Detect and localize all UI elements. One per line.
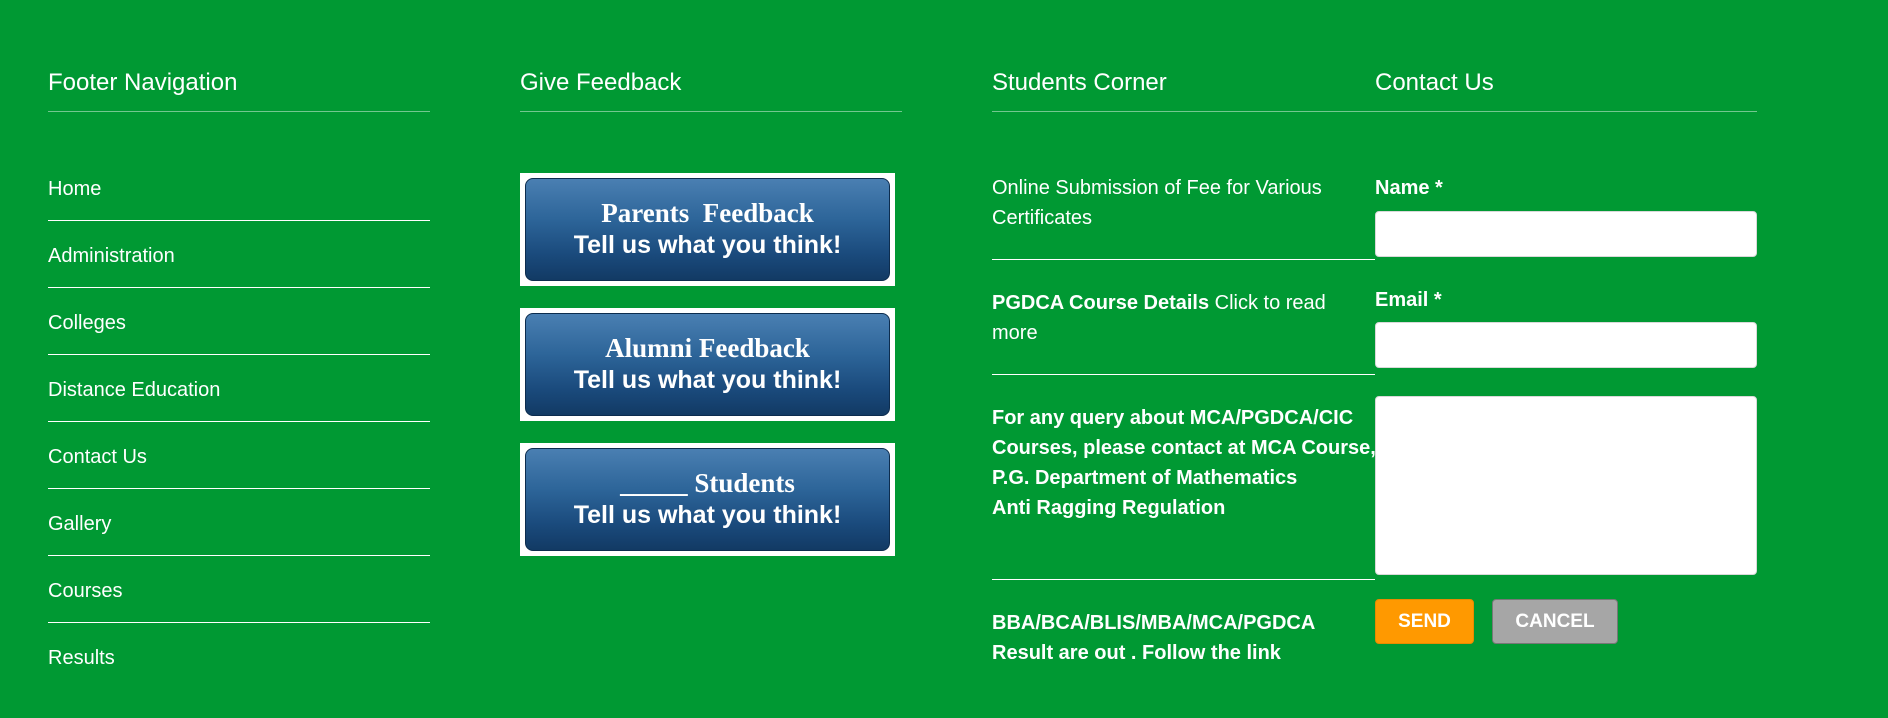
name-label: Name * (1375, 177, 1443, 199)
heading-divider (1375, 111, 1757, 112)
feedback-button-subtitle: Tell us what you think! (573, 501, 842, 529)
students-corner-heading: Students Corner (992, 69, 1167, 96)
nav-divider (48, 220, 430, 221)
anti-ragging-link[interactable]: Anti Ragging Regulation (992, 493, 1382, 523)
nav-divider (48, 287, 430, 288)
nav-link-courses[interactable]: Courses (48, 569, 430, 603)
students-feedback-banner: _____ Students Tell us what you think! (525, 448, 890, 551)
students-feedback-button[interactable]: _____ Students Tell us what you think! (520, 443, 895, 556)
nav-divider (48, 421, 430, 422)
nav-item-colleges: Colleges (48, 301, 430, 368)
alumni-feedback-button[interactable]: Alumni Feedback Tell us what you think! (520, 308, 895, 421)
nav-item-results: Results (48, 636, 430, 703)
nav-divider (48, 555, 430, 556)
students-corner-divider (992, 374, 1375, 375)
nav-divider (48, 622, 430, 623)
pgdca-course-details-link[interactable]: PGDCA Course Details Click to read more (992, 288, 1375, 348)
heading-divider (520, 111, 902, 112)
nav-link-administration[interactable]: Administration (48, 234, 430, 268)
feedback-button-title: Parents Feedback (601, 198, 814, 228)
contact-us-heading: Contact Us (1375, 69, 1494, 96)
mca-query-notice: For any query about MCA/PGDCA/CIC Course… (992, 403, 1382, 523)
parents-feedback-button[interactable]: Parents Feedback Tell us what you think! (520, 173, 895, 286)
nav-item-contact-us: Contact Us (48, 435, 430, 502)
cancel-button[interactable]: CANCEL (1492, 599, 1618, 644)
footer-nav-list: Home Administration Colleges Distance Ed… (48, 167, 430, 703)
give-feedback-heading: Give Feedback (520, 69, 682, 96)
results-announcement-link[interactable]: BBA/BCA/BLIS/MBA/MCA/PGDCA Result are ou… (992, 608, 1375, 668)
nav-item-administration: Administration (48, 234, 430, 301)
fee-submission-link[interactable]: Online Submission of Fee for Various Cer… (992, 173, 1375, 233)
mca-query-text: For any query about MCA/PGDCA/CIC Course… (992, 407, 1376, 489)
nav-item-home: Home (48, 167, 430, 234)
nav-link-distance-education[interactable]: Distance Education (48, 368, 430, 402)
nav-link-results[interactable]: Results (48, 636, 430, 670)
footer-navigation-heading: Footer Navigation (48, 69, 238, 96)
name-field[interactable] (1375, 211, 1757, 257)
heading-divider (48, 111, 430, 112)
nav-divider (48, 488, 430, 489)
nav-link-home[interactable]: Home (48, 167, 430, 201)
nav-divider (48, 354, 430, 355)
nav-link-gallery[interactable]: Gallery (48, 502, 430, 536)
feedback-button-subtitle: Tell us what you think! (573, 366, 842, 394)
nav-link-colleges[interactable]: Colleges (48, 301, 430, 335)
email-label: Email * (1375, 289, 1442, 311)
nav-item-gallery: Gallery (48, 502, 430, 569)
pgdca-course-details-title: PGDCA Course Details (992, 292, 1210, 314)
parents-feedback-banner: Parents Feedback Tell us what you think! (525, 178, 890, 281)
message-field[interactable] (1375, 396, 1757, 575)
students-corner-divider (992, 579, 1375, 580)
nav-item-courses: Courses (48, 569, 430, 636)
nav-link-contact-us[interactable]: Contact Us (48, 435, 430, 469)
heading-divider (992, 111, 1375, 112)
email-field[interactable] (1375, 322, 1757, 368)
alumni-feedback-banner: Alumni Feedback Tell us what you think! (525, 313, 890, 416)
feedback-button-title: Alumni Feedback (605, 333, 810, 363)
students-corner-divider (992, 259, 1375, 260)
send-button[interactable]: SEND (1375, 599, 1474, 644)
nav-item-distance-education: Distance Education (48, 368, 430, 435)
feedback-button-title: _____ Students (620, 468, 795, 498)
feedback-button-subtitle: Tell us what you think! (573, 231, 842, 259)
